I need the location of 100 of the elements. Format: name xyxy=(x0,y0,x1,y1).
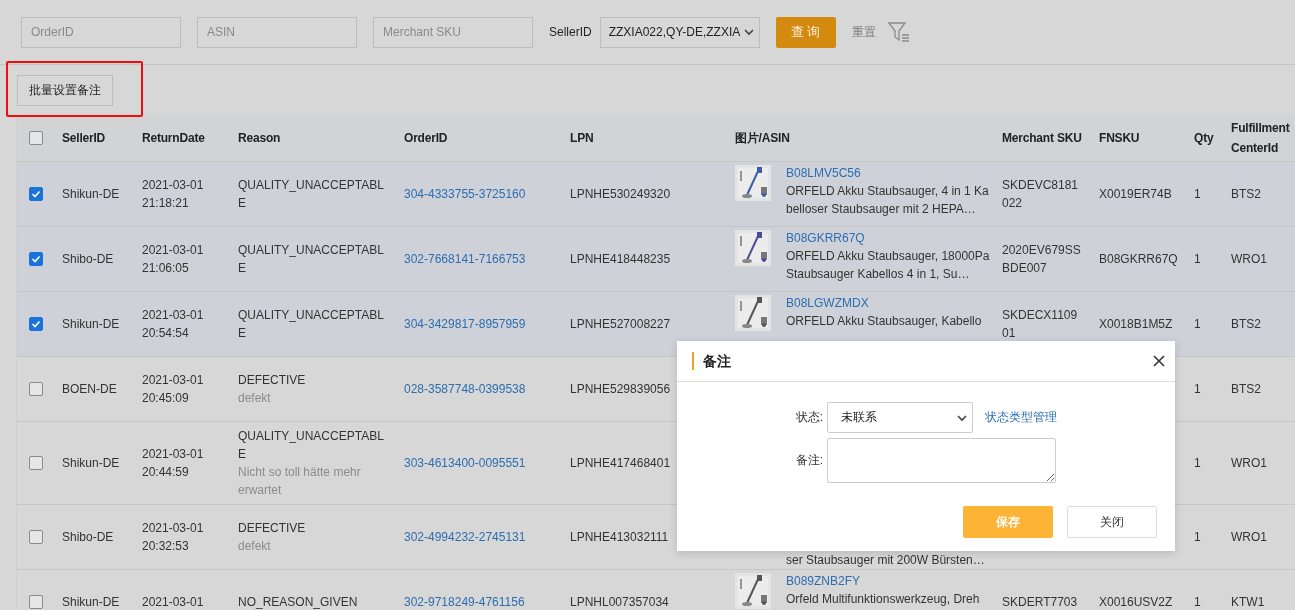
order-link[interactable]: 302-7668141-7166753 xyxy=(404,252,526,266)
table-cell-text: X0019ER74B xyxy=(1098,186,1173,203)
check-icon xyxy=(30,319,41,329)
table-cell-text: SKDEVC8181022 xyxy=(1001,177,1080,212)
filter-field[interactable]: ASIN xyxy=(197,16,357,48)
chevron-down-icon xyxy=(742,26,755,38)
seller-label: SellerID xyxy=(549,25,592,39)
status-type-link[interactable]: 状态类型管理 xyxy=(985,409,1057,426)
table-cell-text: SKDECX110901 xyxy=(1001,307,1079,342)
note-field[interactable] xyxy=(827,438,1056,483)
order-link[interactable]: 304-3429817-8957959 xyxy=(404,317,526,331)
table-cell-text: 2021-03-01 20:54:54 xyxy=(141,307,205,342)
checkbox[interactable] xyxy=(28,382,43,396)
order-link[interactable]: 304-4333755-3725160 xyxy=(404,187,526,201)
table-cell-text: Shikun-DE xyxy=(61,316,121,333)
reason-text: QUALITY_UNACCEPTABLE xyxy=(238,307,385,342)
table-cell-text: X0016USV2Z xyxy=(1098,594,1174,610)
checkbox[interactable] xyxy=(28,456,43,470)
column-header: Reason xyxy=(237,130,282,147)
table-cell-text: X0018B1M5Z xyxy=(1098,316,1174,333)
table-cell-text: LPNHL007357034 xyxy=(569,594,670,610)
column-header: Qty xyxy=(1193,130,1215,147)
table-cell-text: 1 xyxy=(1193,316,1202,333)
close-icon[interactable] xyxy=(1153,355,1165,367)
column-header: SellerID xyxy=(61,130,107,147)
table-cell-text: WRO1 xyxy=(1230,455,1268,472)
table-cell-text: 1 xyxy=(1193,594,1202,610)
product-title: Orfeld Multifunktionswerkzeug, Dreh xyxy=(786,591,981,608)
product-title: ORFELD Akku Staubsauger, 18000Pa Staubsauger Kabellos 4 in 1, Su… xyxy=(786,248,991,283)
table-cell-text: Shibo-DE xyxy=(61,529,115,546)
batch-note-button[interactable]: 批量设置备注 xyxy=(17,74,113,106)
reason-text: QUALITY_UNACCEPTABLE xyxy=(238,242,385,277)
table-cell-text: BTS2 xyxy=(1230,381,1262,398)
table-cell-text: 1 xyxy=(1193,381,1202,398)
reason-text: DEFECTIVE xyxy=(238,372,307,389)
table-cell-text: 2021-03-01 21:06:05 xyxy=(141,242,205,277)
seller-select[interactable]: ZZXIA022,QY-DE,ZZXIA xyxy=(599,16,760,48)
table-cell-text: 2020EV679SSBDE007 xyxy=(1001,242,1082,277)
table-cell-text: LPNHE529839056 xyxy=(569,381,672,398)
close-button[interactable]: 关闭 xyxy=(1067,506,1157,538)
order-link[interactable]: 302-4994232-2745131 xyxy=(404,530,526,544)
asin-link[interactable]: B08LGWZMDX xyxy=(786,296,869,310)
status-select[interactable]: 未联系 xyxy=(827,402,973,433)
table-cell-text: KTW1 xyxy=(1230,594,1266,610)
product-title: ORFELD Akku Staubsauger, Kabello xyxy=(786,313,983,330)
reason-note: defekt xyxy=(238,538,272,555)
order-link[interactable]: 302-9718249-4761156 xyxy=(404,595,525,609)
reason-text: QUALITY_UNACCEPTABLE xyxy=(238,428,385,463)
order-link[interactable]: 028-3587748-0399538 xyxy=(404,382,526,396)
reason-text: QUALITY_UNACCEPTABLE xyxy=(238,177,385,212)
table-cell-text: 1 xyxy=(1193,529,1202,546)
reason-text: DEFECTIVE xyxy=(238,520,307,537)
table-cell-text: B08GKRR67Q xyxy=(1098,251,1179,268)
checkbox[interactable] xyxy=(28,317,43,331)
table-cell-text: BOEN-DE xyxy=(61,381,118,398)
column-header: Merchant SKU xyxy=(1001,130,1083,147)
checkbox[interactable] xyxy=(28,595,43,609)
check-icon xyxy=(30,254,41,264)
search-button[interactable]: 查 询 xyxy=(775,16,836,48)
asin-link[interactable]: B08GKRR67Q xyxy=(786,231,865,245)
reset-button[interactable]: 重置 xyxy=(851,23,876,41)
filter-icon[interactable] xyxy=(887,21,910,43)
table-cell-text: LPNHE413032111 xyxy=(569,529,670,546)
table-cell-text: 1 xyxy=(1193,186,1202,203)
table-cell-text: 1 xyxy=(1193,251,1202,268)
table-cell-text: LPNHE417468401 xyxy=(569,455,672,472)
column-header: FNSKU xyxy=(1098,130,1141,147)
table-cell-text: 2021-03-01 21:18:21 xyxy=(141,177,205,212)
table-cell-text: SKDERT7703 xyxy=(1001,594,1079,610)
column-header: ReturnDate xyxy=(141,130,206,147)
column-header: 图片/ASIN xyxy=(734,130,791,147)
asin-link[interactable]: B08LMV5C56 xyxy=(786,166,861,180)
reason-note: defekt xyxy=(238,390,272,407)
note-label: 备注: xyxy=(795,452,823,469)
order-link[interactable]: 303-4613400-0095551 xyxy=(404,456,526,470)
table-cell-text: 2021-03-01 xyxy=(141,594,205,610)
table-cell-text: WRO1 xyxy=(1230,529,1268,546)
table-cell-text: 2021-03-01 20:44:59 xyxy=(141,446,205,481)
filter-field[interactable]: Merchant SKU xyxy=(373,16,533,48)
checkbox[interactable] xyxy=(28,131,43,145)
asin-link[interactable]: B089ZNB2FY xyxy=(786,574,861,588)
table-cell-text: 2021-03-01 20:45:09 xyxy=(141,372,205,407)
table-cell-text: 1 xyxy=(1193,455,1202,472)
table-cell-text: LPNHE530249320 xyxy=(569,186,672,203)
filter-field[interactable]: OrderID xyxy=(21,16,181,48)
table-cell-text: WRO1 xyxy=(1230,251,1268,268)
reason-note: Nicht so toll hätte mehr erwartet xyxy=(238,464,362,499)
check-icon xyxy=(30,189,41,199)
table-cell-text: BTS2 xyxy=(1230,316,1262,333)
product-title: ORFELD Akku Staubsauger, 4 in 1 Kabelloser Staubsauger mit 2 HEPA… xyxy=(786,183,990,218)
checkbox[interactable] xyxy=(28,530,43,544)
reason-text: NO_REASON_GIVEN xyxy=(238,594,359,610)
table-cell-text: Shibo-DE xyxy=(61,251,115,268)
table-cell-text: Shikun-DE xyxy=(61,594,121,610)
table-cell-text: LPNHE418448235 xyxy=(569,251,672,268)
table-cell-text: LPNHE527008227 xyxy=(569,316,672,333)
checkbox[interactable] xyxy=(28,252,43,266)
status-label: 状态: xyxy=(795,409,823,426)
checkbox[interactable] xyxy=(28,187,43,201)
dialog-title: 备注 xyxy=(692,352,731,370)
